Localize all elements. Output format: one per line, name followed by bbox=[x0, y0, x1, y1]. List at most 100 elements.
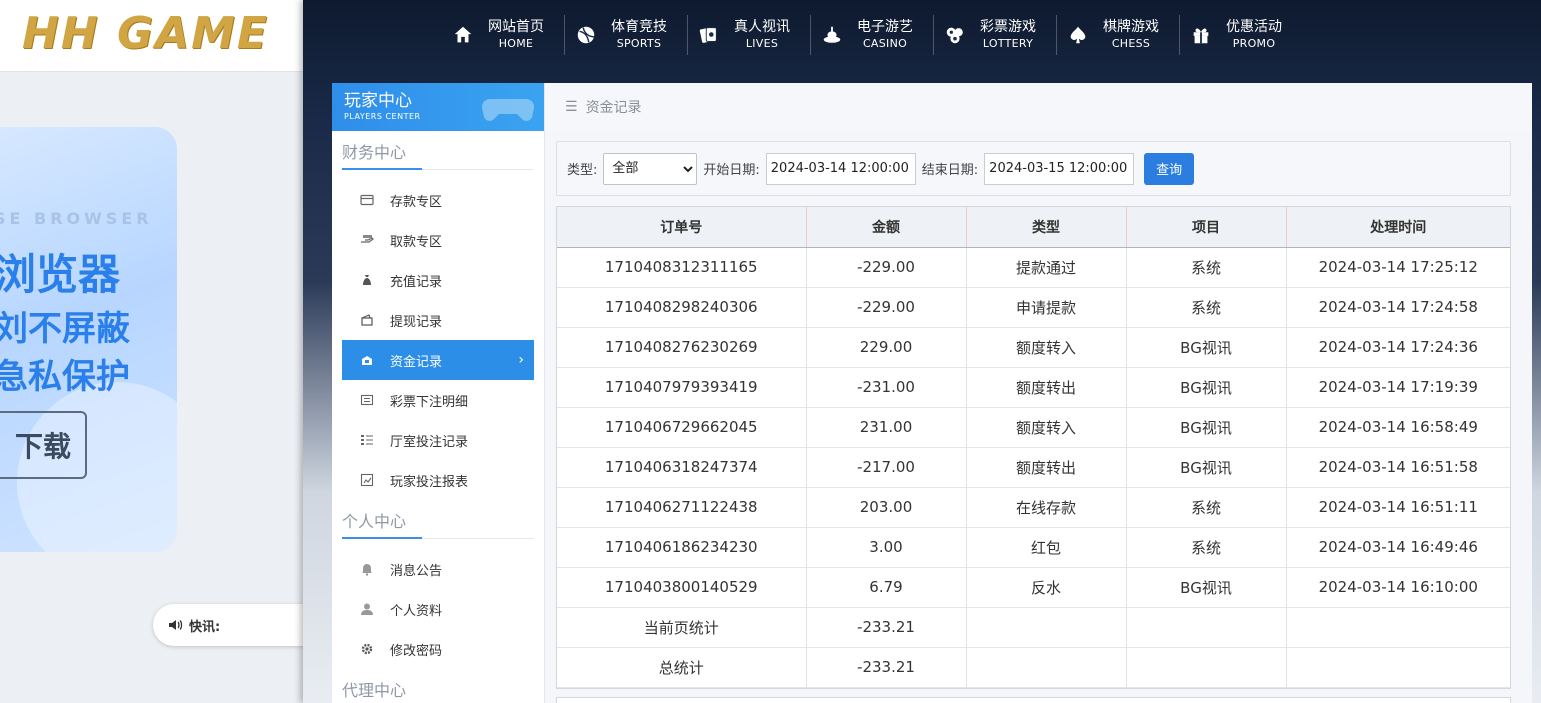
nav-casino[interactable]: 电子游艺 CASINO bbox=[811, 15, 934, 55]
table-cell bbox=[966, 647, 1127, 688]
start-date-input[interactable] bbox=[765, 152, 916, 185]
sidebar-item-label: 充值记录 bbox=[390, 274, 443, 290]
sidebar-item-deposit[interactable]: 存款专区 bbox=[342, 180, 534, 220]
header-order-no: 订单号 bbox=[557, 207, 807, 248]
breadcrumb-current: 资金记录 bbox=[585, 100, 642, 116]
table-cell: 1710406271122438 bbox=[557, 487, 807, 528]
breadcrumb: ☰ 资金记录 bbox=[545, 83, 1532, 131]
cash-icon bbox=[361, 235, 374, 243]
nav-home[interactable]: 网站首页 HOME bbox=[442, 15, 565, 55]
nav-chess[interactable]: 棋牌游戏 CHESS bbox=[1057, 15, 1180, 55]
agent-section-title: 代理中心 bbox=[342, 677, 534, 703]
table-row: 1710408276230269 229.00 额度转入 BG视讯 2024-03-14… bbox=[557, 327, 1510, 368]
sidebar: 玩家中心 PLAYERS CENTER 财务中心 存款专区 取款专区 充值记录 … bbox=[332, 83, 545, 703]
end-date-input[interactable] bbox=[984, 152, 1135, 185]
table-cell bbox=[1126, 607, 1287, 648]
sidebar-item-announcements[interactable]: 消息公告 bbox=[342, 549, 534, 589]
table-cell: -217.00 bbox=[806, 447, 967, 488]
finance-menu: 存款专区 取款专区 充值记录 提现记录 资金记录 › 彩票下注明细 厅室投注记录… bbox=[332, 180, 544, 500]
table-cell: 2024-03-14 17:24:36 bbox=[1286, 327, 1510, 368]
table-cell: -233.21 bbox=[806, 647, 967, 688]
type-select[interactable]: 全部 bbox=[603, 152, 698, 185]
player-center-panel: 玩家中心 PLAYERS CENTER 财务中心 存款专区 取款专区 充值记录 … bbox=[332, 83, 1532, 703]
table-row: 1710408298240306 -229.00 申请提款 系统 2024-03-14 … bbox=[557, 287, 1510, 328]
sidebar-item-fund-records[interactable]: 资金记录 › bbox=[342, 340, 534, 380]
end-date-label: 结束日期: bbox=[921, 163, 979, 178]
table-cell: 1710408298240306 bbox=[557, 287, 807, 328]
table-cell: 系统 bbox=[1126, 527, 1287, 568]
table-cell bbox=[1126, 647, 1287, 688]
query-button[interactable]: 查询 bbox=[1144, 152, 1195, 185]
sidebar-item-hall-bet-records[interactable]: 厅室投注记录 bbox=[342, 420, 534, 460]
site-logo[interactable]: HH GAME bbox=[22, 8, 269, 59]
nav-promo[interactable]: 优惠活动 PROMO bbox=[1180, 15, 1302, 55]
start-date-label: 开始日期: bbox=[703, 163, 760, 178]
table-cell bbox=[1286, 607, 1510, 648]
table-cell: -231.00 bbox=[806, 367, 967, 408]
table-row: 1710406186234230 3.00 红包 系统 2024-03-14 16:49… bbox=[557, 527, 1510, 568]
nav-label: 优惠活动 bbox=[1226, 19, 1282, 35]
news-label: 快讯: bbox=[189, 619, 221, 635]
gift-icon bbox=[1193, 28, 1209, 44]
slot-icon bbox=[823, 26, 841, 43]
table-cell: 2024-03-14 17:24:58 bbox=[1286, 287, 1510, 328]
report-icon bbox=[360, 473, 374, 487]
sidebar-item-label: 提现记录 bbox=[390, 314, 443, 330]
table-cell: 2024-03-14 16:49:46 bbox=[1286, 527, 1510, 568]
sidebar-item-profile[interactable]: 个人资料 bbox=[342, 589, 534, 629]
sidebar-item-lottery-bet-details[interactable]: 彩票下注明细 bbox=[342, 380, 534, 420]
table-cell: 额度转入 bbox=[966, 407, 1127, 448]
table-cell: BG视讯 bbox=[1126, 367, 1287, 408]
sidebar-item-player-bet-report[interactable]: 玩家投注报表 bbox=[342, 460, 534, 500]
promo-line-2: 刘不屏蔽 bbox=[0, 309, 130, 349]
nav-sports[interactable]: 体育竞技 SPORTS bbox=[565, 15, 688, 55]
table-cell: BG视讯 bbox=[1126, 407, 1287, 448]
gear-icon bbox=[361, 643, 373, 655]
table-row: 1710403800140529 6.79 反水 BG视讯 2024-03-14 16:… bbox=[557, 567, 1510, 608]
table-cell: -233.21 bbox=[806, 607, 967, 648]
wallet-icon bbox=[361, 314, 373, 326]
type-label: 类型: bbox=[567, 163, 598, 178]
sidebar-item-withdraw[interactable]: 取款专区 bbox=[342, 220, 534, 260]
promo-english-text: SE BROWSER bbox=[0, 209, 153, 228]
fund-records-content: ☰ 资金记录 类型: 全部 开始日期: 结束日期: 查询 订单号 金额 类型 bbox=[545, 83, 1532, 703]
table-cell: 1710406729662045 bbox=[557, 407, 807, 448]
table-cell: 1710408276230269 bbox=[557, 327, 807, 368]
promo-line-1: 浏览器 bbox=[0, 250, 121, 299]
table-cell: 2024-03-14 17:19:39 bbox=[1286, 367, 1510, 408]
nav-lottery[interactable]: 彩票游戏 LOTTERY bbox=[934, 15, 1057, 55]
sidebar-item-change-password[interactable]: 修改密码 bbox=[342, 629, 534, 669]
table-cell: 2024-03-14 16:51:11 bbox=[1286, 487, 1510, 528]
player-center-header: 玩家中心 PLAYERS CENTER bbox=[332, 83, 544, 131]
table-cell: -229.00 bbox=[806, 247, 967, 288]
sidebar-item-withdraw-records[interactable]: 提现记录 bbox=[342, 300, 534, 340]
money-bag-icon bbox=[363, 275, 371, 285]
card-icon bbox=[360, 194, 374, 206]
sidebar-item-label: 资金记录 bbox=[390, 354, 443, 370]
table-cell: 系统 bbox=[1126, 287, 1287, 328]
sidebar-item-label: 玩家投注报表 bbox=[390, 474, 469, 490]
nav-label: 体育竞技 bbox=[611, 19, 667, 35]
fund-icon bbox=[362, 356, 372, 365]
filter-bar: 类型: 全部 开始日期: 结束日期: 查询 bbox=[556, 141, 1511, 196]
table-row: 1710406318247374 -217.00 额度转出 BG视讯 2024-03-1… bbox=[557, 447, 1510, 488]
table-cell: BG视讯 bbox=[1126, 327, 1287, 368]
sidebar-item-label: 消息公告 bbox=[390, 563, 443, 579]
table-cell: 231.00 bbox=[806, 407, 967, 448]
summary-row: 当前页统计 -233.21 bbox=[557, 607, 1510, 648]
sidebar-item-recharge-records[interactable]: 充值记录 bbox=[342, 260, 534, 300]
spade-icon bbox=[1070, 26, 1086, 44]
table-cell: 2024-03-14 16:51:58 bbox=[1286, 447, 1510, 488]
table-cell: 反水 bbox=[966, 567, 1127, 608]
nav-lives[interactable]: 真人视讯 LIVES bbox=[688, 15, 811, 55]
promo-download-button[interactable]: 下载 bbox=[0, 411, 87, 479]
nav-sublabel: HOME bbox=[498, 37, 534, 50]
browser-promo-card[interactable]: SE BROWSER 浏览器 刘不屏蔽 急私保护 下载 bbox=[0, 127, 177, 552]
table-cell: 额度转出 bbox=[966, 447, 1127, 488]
nav-sublabel: LOTTERY bbox=[982, 37, 1034, 50]
gamepad-icon bbox=[481, 98, 535, 121]
table-cell: BG视讯 bbox=[1126, 567, 1287, 608]
chevron-right-icon: › bbox=[518, 352, 524, 368]
header-process-time: 处理时间 bbox=[1286, 207, 1510, 248]
table-cell: 额度转出 bbox=[966, 367, 1127, 408]
